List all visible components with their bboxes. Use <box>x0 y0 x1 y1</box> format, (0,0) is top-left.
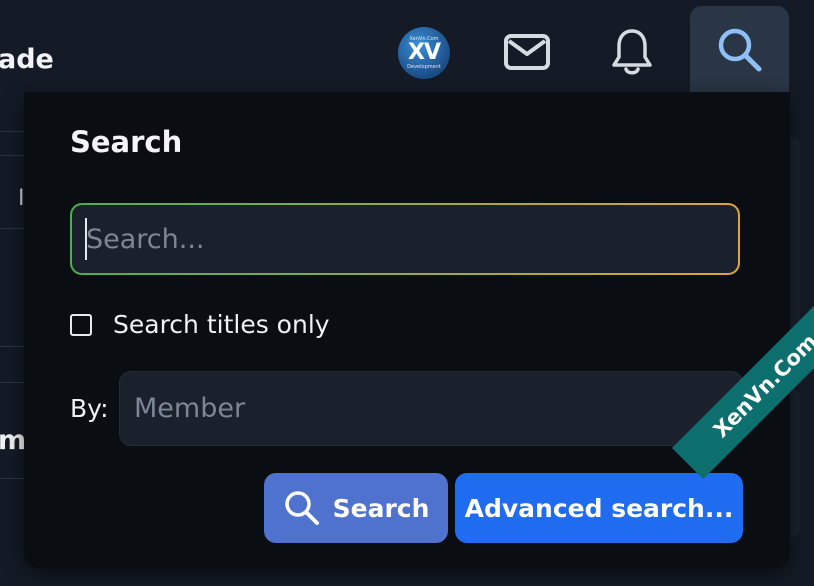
logo-text-sub: Development <box>407 64 441 70</box>
search-menu-title: Search <box>70 125 183 159</box>
search-submit-button[interactable]: Search <box>264 473 448 543</box>
section-title-fragment: m <box>0 425 27 456</box>
search-icon <box>284 491 319 525</box>
by-member-label: By: <box>70 394 109 423</box>
search-titles-only-label: Search titles only <box>113 310 330 339</box>
logo-text-main: XV <box>408 40 441 65</box>
search-icon <box>718 28 761 72</box>
advanced-search-button[interactable]: Advanced search... <box>455 473 743 543</box>
search-submit-label: Search <box>332 493 430 523</box>
search-menu: Search Search titles only By: Search Adv… <box>24 92 790 568</box>
page-title-fragment: ade <box>0 44 54 75</box>
text-caret <box>85 218 87 260</box>
search-toggle-button[interactable] <box>690 6 789 102</box>
member-input[interactable] <box>119 371 743 446</box>
mail-icon[interactable] <box>499 24 555 80</box>
search-input[interactable] <box>70 203 740 275</box>
site-logo-avatar[interactable]: XenVn.Com XV Development <box>398 27 450 79</box>
bell-icon[interactable] <box>604 24 660 80</box>
advanced-search-label: Advanced search... <box>464 493 734 523</box>
search-titles-only-checkbox[interactable] <box>70 313 92 336</box>
search-titles-only-option[interactable]: Search titles only <box>70 310 330 339</box>
